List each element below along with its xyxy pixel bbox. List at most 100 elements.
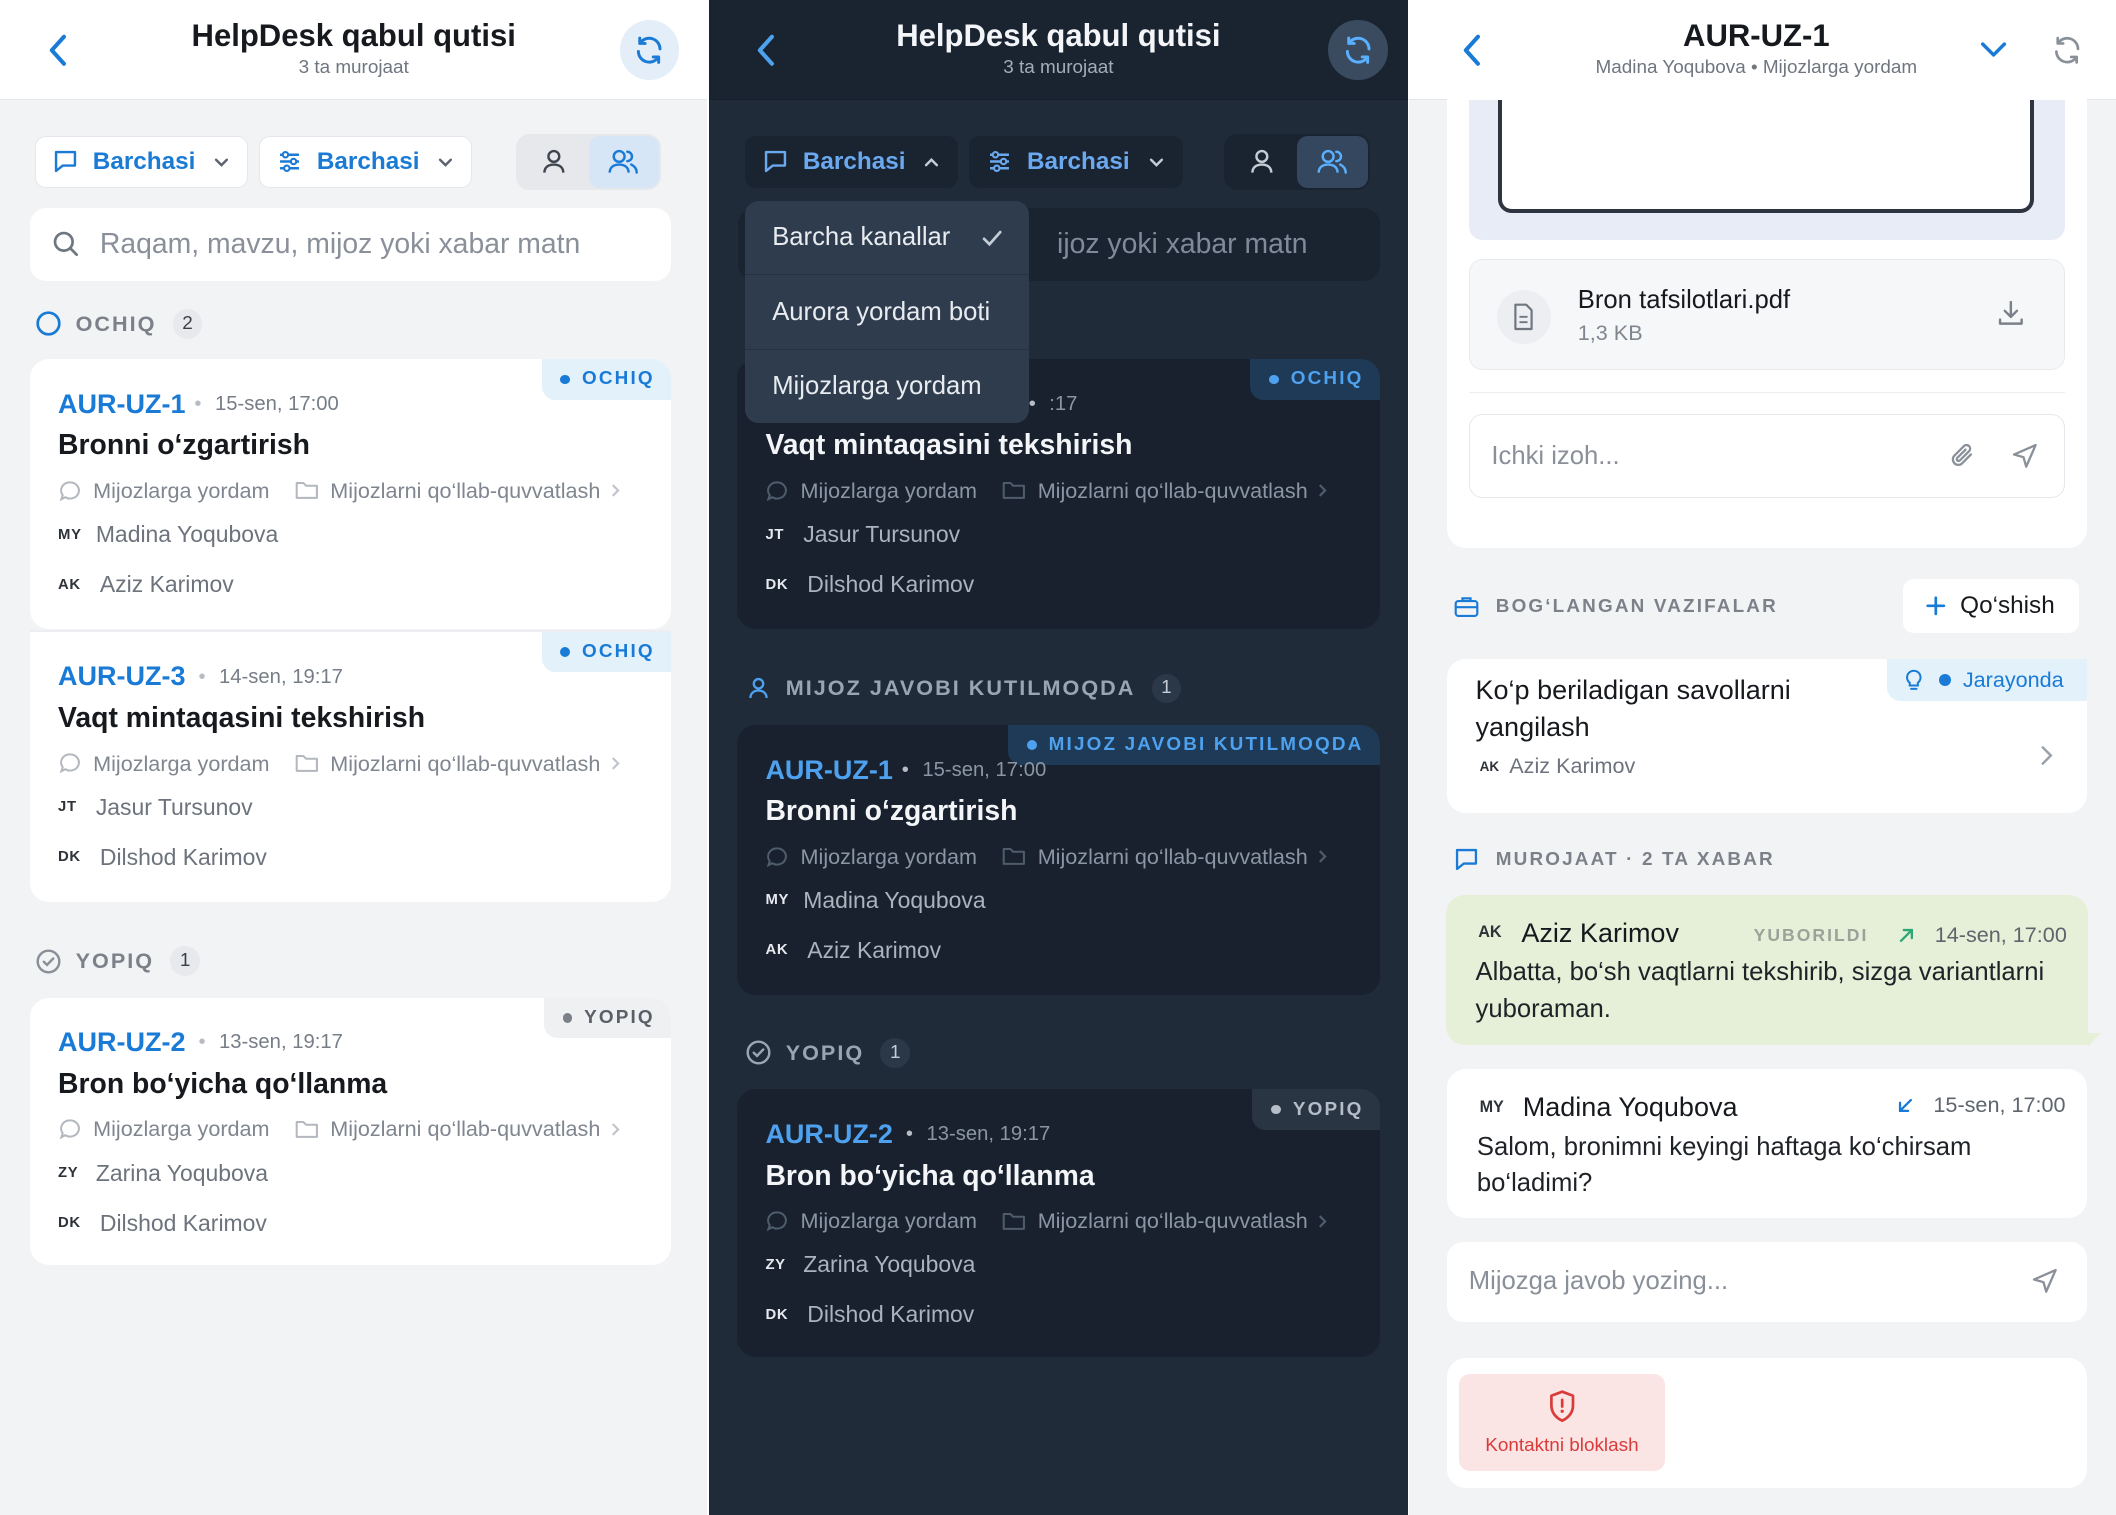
ticket-card[interactable]: YOPIQ AUR-UZ-2 13-sen, 19:17 Bron bo‘yic… bbox=[29, 997, 671, 1265]
status-badge: YOPIQ bbox=[543, 997, 671, 1039]
thread-label: MUROJAAT · 2 TA XABAR bbox=[1495, 848, 1775, 870]
reply-input[interactable]: Mijozga javob yozing... bbox=[1447, 1242, 2088, 1322]
send-icon[interactable] bbox=[2030, 1266, 2060, 1296]
ticket-card[interactable]: MIJOZ JAVOBI KUTILMOQDA AUR-UZ-1 15-sen,… bbox=[737, 724, 1380, 995]
avatar: DK bbox=[765, 1306, 789, 1323]
channel-dropdown-menu: Barcha kanallar Aurora yordam boti Mijoz… bbox=[745, 201, 1029, 423]
my-tickets-toggle[interactable] bbox=[518, 136, 588, 187]
all-tickets-toggle[interactable] bbox=[588, 136, 659, 188]
avatar: MY bbox=[1479, 1097, 1504, 1116]
ticket-meta: Mijozlarga yordam Mijozlarni qo‘llab-quv… bbox=[58, 751, 625, 777]
section-label: YOPIQ bbox=[785, 1039, 865, 1065]
send-icon[interactable] bbox=[2010, 441, 2040, 471]
folder-icon bbox=[1002, 482, 1026, 500]
ticket-customer: JT Jasur Tursunov bbox=[58, 794, 253, 821]
ticket-channel: Mijozlarga yordam bbox=[93, 477, 270, 503]
paperclip-icon[interactable] bbox=[1948, 441, 1978, 471]
chat-bubble-icon bbox=[767, 1211, 788, 1232]
section-count: 1 bbox=[880, 1038, 911, 1068]
lightbulb-icon bbox=[1906, 669, 1923, 690]
section-count: 2 bbox=[172, 309, 203, 339]
status-dot bbox=[1938, 673, 1951, 686]
chevron-down-icon bbox=[1149, 158, 1163, 167]
download-button[interactable] bbox=[1996, 298, 2026, 328]
agent-name: Dilshod Karimov bbox=[99, 843, 267, 870]
note-placeholder: Ichki izoh... bbox=[1491, 441, 1620, 470]
menu-item-all-channels[interactable]: Barcha kanallar bbox=[745, 201, 1029, 276]
expand-button[interactable] bbox=[1976, 32, 2011, 67]
briefcase-icon bbox=[1454, 597, 1478, 618]
chevron-right-icon bbox=[611, 484, 620, 498]
block-contact-button[interactable]: Kontaktni bloklash bbox=[1459, 1374, 1665, 1472]
my-tickets-toggle[interactable] bbox=[1227, 136, 1297, 187]
add-task-button[interactable]: Qo‘shish bbox=[1903, 579, 2079, 634]
check-icon bbox=[982, 230, 1002, 246]
status-badge: OCHIQ bbox=[541, 631, 671, 673]
refresh-icon bbox=[2054, 36, 2079, 64]
person-icon bbox=[749, 677, 768, 699]
message-status: YUBORILDI bbox=[1753, 924, 1869, 945]
ticket-meta: Mijozlarga yordam Mijozlarni qo‘llab-quv… bbox=[58, 1116, 625, 1142]
message-author: Aziz Karimov bbox=[1521, 917, 1679, 948]
refresh-button[interactable] bbox=[619, 20, 680, 80]
sliders-icon bbox=[990, 151, 1010, 173]
chevron-right-icon bbox=[611, 757, 620, 770]
ticket-team: Mijozlarni qo‘llab-quvvatlash bbox=[1037, 1208, 1308, 1234]
team-filter-label: Barchasi bbox=[1026, 147, 1130, 175]
search-input[interactable]: Raqam, mavzu, mijoz yoki xabar matn bbox=[29, 207, 671, 281]
folder-icon bbox=[295, 1121, 318, 1138]
ticket-team: Mijozlarni qo‘llab-quvvatlash bbox=[330, 477, 601, 503]
ticket-card[interactable]: OCHIQ AUR-UZ-1 15-sen, 17:00 Bronni o‘zg… bbox=[29, 359, 671, 630]
all-tickets-toggle[interactable] bbox=[1297, 136, 1368, 188]
image-preview[interactable] bbox=[1498, 99, 2035, 214]
agent-name: Dilshod Karimov bbox=[807, 571, 975, 598]
message-text: Albatta, bo‘sh vaqtlarni tekshirib, sizg… bbox=[1475, 958, 2045, 1023]
team-filter[interactable]: Barchasi bbox=[259, 136, 473, 188]
ticket-id: AUR-UZ-2 bbox=[58, 1027, 186, 1058]
task-card[interactable]: Ko‘p beriladigan savollarni yangilash Ja… bbox=[1447, 658, 2088, 813]
refresh-button[interactable] bbox=[1328, 20, 1388, 80]
chevron-right-icon bbox=[611, 1123, 620, 1136]
team-filter[interactable]: Barchasi bbox=[969, 136, 1183, 188]
task-status-badge: Jarayonda bbox=[1887, 658, 2088, 701]
avatar: DK bbox=[765, 576, 789, 593]
agent-name: Aziz Karimov bbox=[807, 936, 942, 963]
refresh-button[interactable] bbox=[2051, 34, 2083, 66]
status-badge: OCHIQ bbox=[541, 359, 671, 400]
linked-tasks-header: BOG‘LANGAN VAZIFALAR bbox=[1453, 595, 1778, 619]
chat-bubble-icon bbox=[59, 481, 80, 502]
attachment[interactable]: Bron tafsilotlari.pdf 1,3 KB bbox=[1468, 259, 2066, 370]
search-placeholder: Raqam, mavzu, mijoz yoki xabar matn bbox=[99, 227, 581, 260]
channel-filter[interactable]: Barchasi bbox=[745, 136, 959, 188]
add-task-label: Qo‘shish bbox=[1960, 592, 2055, 620]
status-text: OCHIQ bbox=[582, 641, 655, 663]
ticket-card[interactable]: OCHIQ AUR-UZ-3 14-sen, 19:17 Vaqt mintaq… bbox=[29, 631, 671, 902]
search-icon bbox=[53, 232, 79, 257]
avatar: AK bbox=[1479, 758, 1500, 774]
avatar: ZY bbox=[58, 1165, 79, 1182]
chat-bubble-icon bbox=[765, 151, 787, 173]
ticket-card[interactable]: YOPIQ AUR-UZ-2 13-sen, 19:17 Bron bo‘yic… bbox=[737, 1089, 1380, 1357]
menu-item-customer-support[interactable]: Mijozlarga yordam bbox=[745, 350, 1029, 423]
chat-bubble-icon bbox=[59, 753, 80, 774]
person-icon bbox=[542, 149, 565, 173]
internal-note-input[interactable]: Ichki izoh... bbox=[1468, 414, 2066, 499]
section-label: OCHIQ bbox=[75, 310, 157, 336]
ticket-date: 15-sen, 17:00 bbox=[194, 393, 339, 416]
chat-bubble-icon bbox=[59, 1119, 80, 1140]
status-text: OCHIQ bbox=[1290, 368, 1364, 390]
ticket-team: Mijozlarni qo‘llab-quvvatlash bbox=[1037, 477, 1308, 503]
task-title: Ko‘p beriladigan savollarni yangilash bbox=[1475, 675, 1791, 742]
menu-item-aurora-bot[interactable]: Aurora yordam boti bbox=[745, 275, 1029, 350]
section-label: MIJOZ JAVOBI KUTILMOQDA bbox=[785, 675, 1136, 701]
ticket-agent: AK Aziz Karimov bbox=[765, 937, 941, 964]
channel-filter-label: Barchasi bbox=[802, 147, 906, 175]
channel-filter[interactable]: Barchasi bbox=[35, 136, 249, 188]
ticket-channel: Mijozlarga yordam bbox=[800, 843, 977, 869]
task-assignee: Aziz Karimov bbox=[1509, 753, 1636, 779]
internal-notes-card: Bron tafsilotlari.pdf 1,3 KB Ichki izoh.… bbox=[1447, 81, 2088, 549]
ticket-customer: JT Jasur Tursunov bbox=[765, 521, 960, 548]
section-open: OCHIQ 2 bbox=[35, 309, 203, 339]
section-closed: YOPIQ 1 bbox=[35, 946, 200, 977]
chevron-down-icon bbox=[215, 158, 229, 167]
